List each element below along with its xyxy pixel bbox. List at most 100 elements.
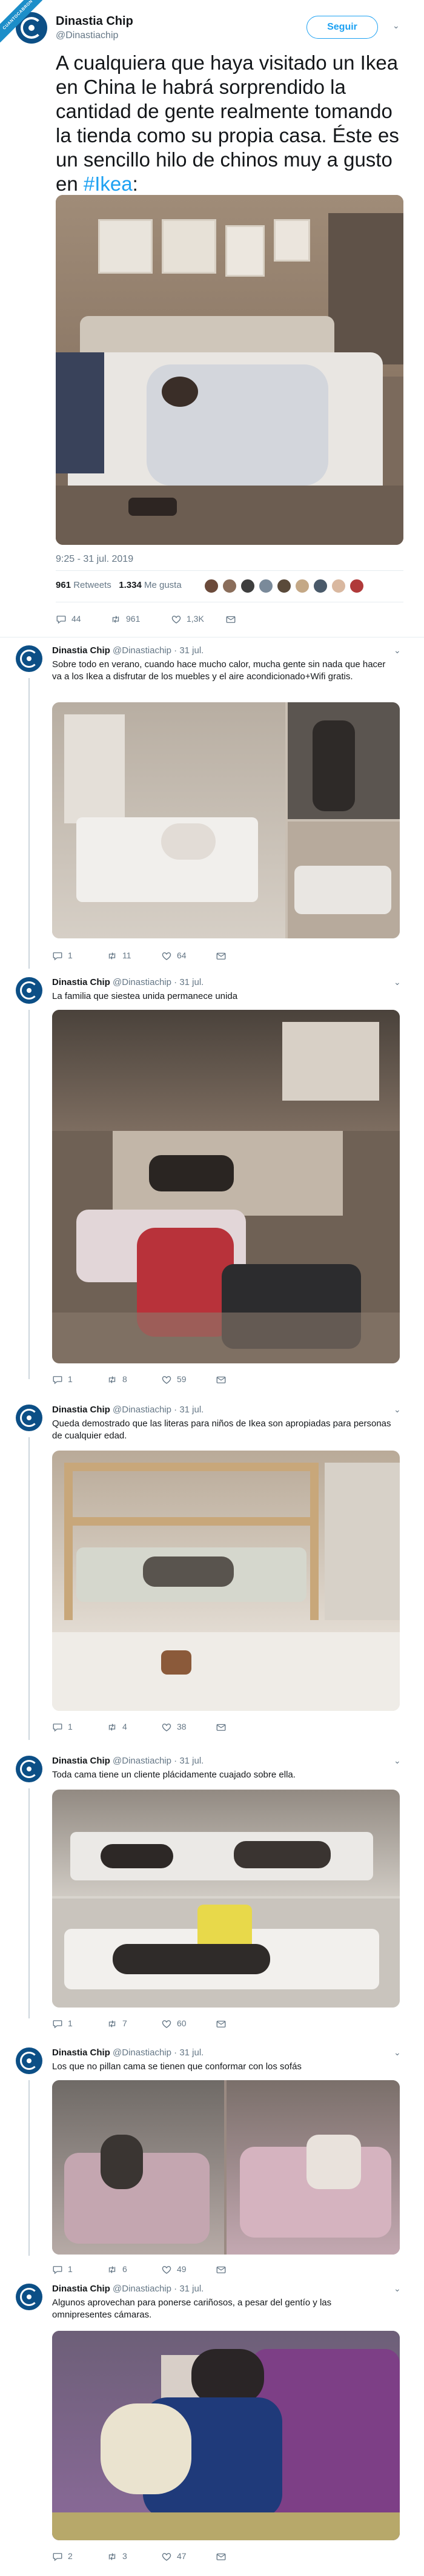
liker-avatar[interactable]: [204, 578, 219, 594]
tweet-photo[interactable]: [56, 195, 403, 545]
retweet-icon: [107, 1722, 118, 1733]
chevron-down-icon[interactable]: ⌄: [394, 1405, 401, 1415]
reply-author-name[interactable]: Dinastia Chip: [52, 1405, 110, 1415]
reply-author-name[interactable]: Dinastia Chip: [52, 977, 110, 987]
liker-avatar[interactable]: [222, 578, 237, 594]
reply-date[interactable]: 31 jul.: [179, 1405, 204, 1415]
avatar-logo-icon[interactable]: [16, 977, 42, 1004]
liker-avatar[interactable]: [313, 578, 328, 594]
message-button[interactable]: [216, 950, 231, 961]
reply-photo[interactable]: [52, 1451, 400, 1711]
reply-author-handle[interactable]: @Dinastiachip: [113, 2047, 171, 2058]
reply-date[interactable]: 31 jul.: [179, 977, 204, 987]
reply-author-name[interactable]: Dinastia Chip: [52, 2047, 110, 2058]
message-button[interactable]: [216, 2264, 231, 2275]
liker-avatar[interactable]: [258, 578, 274, 594]
avatar-logo-icon[interactable]: [16, 1756, 42, 1782]
reply-photo-grid[interactable]: [52, 2080, 400, 2255]
reply-header: Dinastia Chip @Dinastiachip · 31 jul.: [52, 645, 204, 656]
reply-photo[interactable]: [52, 2331, 400, 2540]
retweet-button[interactable]: 6: [107, 2264, 127, 2275]
message-icon: [216, 1722, 227, 1733]
author-handle[interactable]: @Dinastiachip: [56, 30, 118, 41]
chevron-down-icon[interactable]: ⌄: [394, 977, 401, 987]
follow-button[interactable]: Seguir: [306, 16, 378, 39]
like-count: 60: [177, 2018, 187, 2028]
message-button[interactable]: [216, 1722, 231, 1733]
reply-author-handle[interactable]: @Dinastiachip: [113, 2284, 171, 2294]
retweet-count: 4: [122, 1722, 127, 1731]
avatar-logo-icon[interactable]: [16, 645, 42, 672]
liker-avatar[interactable]: [331, 578, 346, 594]
reply-header: Dinastia Chip @Dinastiachip · 31 jul.: [52, 2047, 204, 2058]
reply-text: La familia que siestea unida permanece u…: [52, 991, 238, 1001]
reply-button[interactable]: 1: [52, 2018, 73, 2029]
reply-date[interactable]: 31 jul.: [179, 1756, 204, 1766]
liker-avatar[interactable]: [276, 578, 292, 594]
chevron-down-icon[interactable]: ⌄: [394, 2047, 401, 2058]
retweet-count: 8: [122, 1374, 127, 1384]
reply-photo-grid[interactable]: [52, 1790, 400, 2008]
retweet-button[interactable]: 7: [107, 2018, 127, 2029]
reply-button[interactable]: 1: [52, 1722, 73, 1733]
chevron-down-icon[interactable]: ⌄: [394, 1756, 401, 1766]
reply-author-name[interactable]: Dinastia Chip: [52, 645, 110, 656]
reply-photo-grid[interactable]: [52, 702, 400, 938]
reply-button[interactable]: 44: [56, 614, 81, 625]
like-button[interactable]: 59: [161, 1374, 187, 1385]
reply-icon: [52, 2018, 63, 2029]
chevron-down-icon[interactable]: ⌄: [394, 645, 401, 656]
like-count: 1,3K: [187, 614, 204, 624]
reply-author-handle[interactable]: @Dinastiachip: [113, 1405, 171, 1415]
message-icon: [216, 2264, 227, 2275]
retweet-button[interactable]: 4: [107, 1722, 127, 1733]
message-button[interactable]: [216, 2551, 231, 2562]
reply-date[interactable]: 31 jul.: [179, 2284, 204, 2294]
reply-author-handle[interactable]: @Dinastiachip: [113, 977, 171, 987]
liker-avatar[interactable]: [349, 578, 365, 594]
hashtag-link[interactable]: #Ikea: [84, 173, 133, 195]
liker-avatar[interactable]: [240, 578, 256, 594]
likes-count[interactable]: 1.334: [119, 580, 142, 590]
liker-avatar[interactable]: [294, 578, 310, 594]
avatar-logo-icon[interactable]: [16, 2284, 42, 2310]
like-button[interactable]: 1,3K: [171, 614, 204, 625]
reply-author-handle[interactable]: @Dinastiachip: [113, 645, 171, 656]
retweet-button[interactable]: 8: [107, 1374, 127, 1385]
reply-date[interactable]: 31 jul.: [179, 645, 204, 656]
reply-author-name[interactable]: Dinastia Chip: [52, 1756, 110, 1766]
retweet-count: 7: [122, 2018, 127, 2028]
chevron-down-icon[interactable]: ⌄: [393, 21, 400, 31]
like-button[interactable]: 49: [161, 2264, 187, 2275]
like-button[interactable]: 60: [161, 2018, 187, 2029]
reply-button[interactable]: 2: [52, 2551, 73, 2562]
reply-button[interactable]: 1: [52, 2264, 73, 2275]
reply-button[interactable]: 1: [52, 1374, 73, 1385]
retweet-icon: [107, 2018, 118, 2029]
like-button[interactable]: 64: [161, 950, 187, 961]
message-button[interactable]: [216, 1374, 231, 1385]
retweet-button[interactable]: 3: [107, 2551, 127, 2562]
reply-button[interactable]: 1: [52, 950, 73, 961]
chevron-down-icon[interactable]: ⌄: [394, 2284, 401, 2294]
reply-author-handle[interactable]: @Dinastiachip: [113, 1756, 171, 1766]
message-button[interactable]: [216, 2018, 231, 2029]
reply-date[interactable]: 31 jul.: [179, 2047, 204, 2058]
avatar-logo-icon[interactable]: [16, 1405, 42, 1431]
author-name[interactable]: Dinastia Chip: [56, 15, 133, 28]
avatar-logo-icon[interactable]: [16, 2047, 42, 2074]
reply-header: Dinastia Chip @Dinastiachip · 31 jul.: [52, 1756, 204, 1766]
tweet-timestamp[interactable]: 9:25 - 31 jul. 2019: [56, 554, 133, 565]
reply-photo[interactable]: [52, 1010, 400, 1363]
message-button[interactable]: [225, 614, 241, 625]
tweet-stats: 961 Retweets 1.334 Me gusta: [56, 580, 182, 590]
like-button[interactable]: 47: [161, 2551, 187, 2562]
retweets-count[interactable]: 961: [56, 580, 71, 590]
retweet-button[interactable]: 961: [110, 614, 140, 625]
retweets-label[interactable]: Retweets: [73, 580, 111, 590]
like-icon: [161, 2551, 172, 2562]
reply-author-name[interactable]: Dinastia Chip: [52, 2284, 110, 2294]
retweet-button[interactable]: 11: [107, 950, 131, 961]
like-button[interactable]: 38: [161, 1722, 187, 1733]
likes-label[interactable]: Me gusta: [144, 580, 182, 590]
